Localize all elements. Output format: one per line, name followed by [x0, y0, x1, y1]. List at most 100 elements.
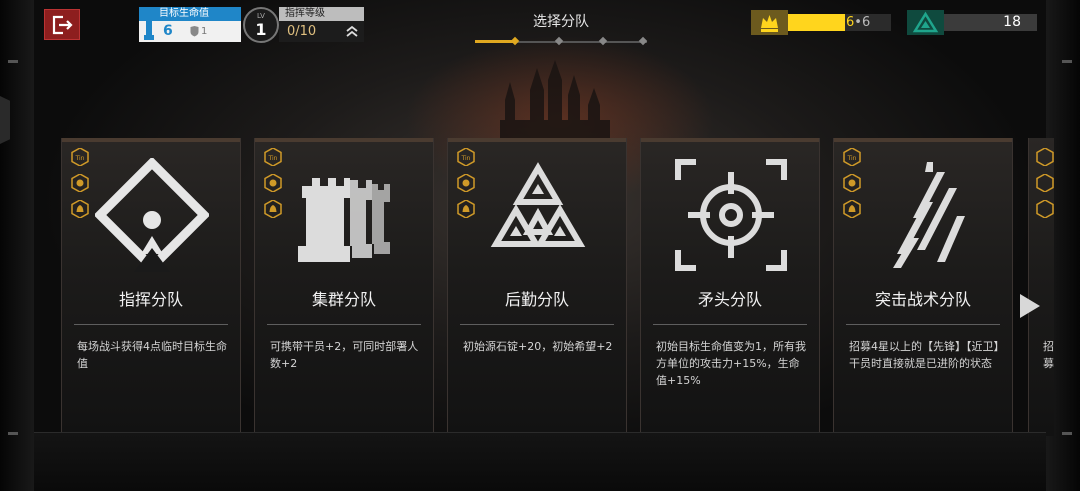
card-divider — [846, 324, 1000, 325]
castle-silhouette-icon — [500, 60, 610, 150]
squad-name: 集群分队 — [311, 290, 376, 309]
tin-coin-icon: Tin — [71, 147, 89, 167]
lion-head-icon — [264, 173, 282, 193]
rank-chevron-icon — [346, 25, 358, 37]
spearhead-squad-crosshair-emblem-icon — [675, 159, 787, 271]
tin-coin-icon: Tin — [264, 147, 282, 167]
tin-coin-icon: Tin — [457, 147, 475, 167]
ingot-text: 6•6 — [846, 14, 870, 31]
step-dot — [510, 36, 520, 46]
lion-head-icon — [457, 173, 475, 193]
hope-icon-bg — [907, 10, 944, 35]
step-dot — [554, 36, 564, 46]
svg-text:Tin: Tin — [75, 155, 85, 162]
squad-name: 后勤分队 — [504, 290, 569, 309]
card-divider — [74, 324, 228, 325]
hope-bar — [944, 14, 1037, 31]
hope-counter: 18 — [907, 10, 1037, 35]
ingot-max: 6 — [861, 15, 871, 30]
life-points-label: 目标生命值 — [159, 8, 209, 19]
squad-description: 初始目标生命值变为1，所有我方单位的攻击力+15%，生命值+15% — [656, 340, 806, 387]
cluster-squad-rook-emblem-icon — [298, 178, 390, 262]
tin-coin-icon: Tin — [843, 147, 861, 167]
bell-icon — [264, 199, 282, 219]
lion-head-icon — [843, 173, 861, 193]
bottom-floor — [34, 432, 1046, 491]
command-level-value: 0/10 — [287, 24, 317, 39]
bell-icon — [457, 199, 475, 219]
svg-text:Tin: Tin — [461, 155, 471, 162]
ingot-separator: • — [854, 15, 862, 30]
svg-text:Tin: Tin — [847, 155, 857, 162]
frame-tick — [1062, 60, 1072, 63]
card-tags: Tin — [843, 147, 861, 226]
squad-card-command[interactable]: Tin 指挥分队 每场战斗获得4点临时目标生命值 — [61, 138, 241, 436]
life-points-panel: 目标生命值 6 1 — [139, 7, 241, 42]
step-dot — [598, 36, 608, 46]
card-top-border — [62, 138, 240, 142]
left-drawer-tab[interactable] — [0, 96, 10, 144]
squad-description: 招募 — [1043, 340, 1054, 370]
ingot-icon-bg — [751, 10, 788, 35]
svg-text:Tin: Tin — [268, 155, 278, 162]
originium-ingot-counter: 6•6 — [751, 10, 891, 35]
shield-icon — [190, 26, 199, 37]
squad-card-partial[interactable]: 招募 — [1028, 138, 1054, 436]
frame-tick — [8, 60, 18, 63]
crown-ingot-icon — [761, 15, 778, 32]
squad-card-cluster[interactable]: Tin 集群分队 可携带干员+2，可同时部署人数+2 — [254, 138, 434, 436]
squad-card-logistics[interactable]: Tin 后勤分队 初始源石锭+20，初始希望+2 — [447, 138, 627, 436]
step-dot — [638, 36, 648, 46]
life-points-value: 6 — [163, 23, 173, 39]
exit-door-icon — [52, 15, 73, 34]
squad-description: 可携带干员+2，可同时部署人数+2 — [270, 340, 419, 370]
card-top-border — [255, 138, 433, 142]
squad-card-assault-tactics[interactable]: Tin 突击战术分队 招募4星以上的【先锋】【近卫】干员时直接就是已进阶的状态 — [833, 138, 1013, 436]
bell-icon — [71, 199, 89, 219]
step-progress-current — [475, 40, 515, 43]
lion-head-icon — [1036, 173, 1054, 193]
card-divider — [653, 324, 807, 325]
command-level-label: 指挥等级 — [285, 8, 325, 19]
card-top-border — [448, 138, 626, 142]
exit-button[interactable] — [44, 9, 80, 40]
card-tags — [1036, 147, 1054, 226]
squad-name: 突击战术分队 — [874, 290, 971, 309]
bell-icon — [1036, 199, 1054, 219]
lion-head-icon — [71, 173, 89, 193]
hope-value: 18 — [1003, 14, 1021, 30]
squad-name: 指挥分队 — [118, 290, 183, 309]
frame-tick — [8, 432, 18, 435]
assault-tactics-squad-sword-emblem-icon — [893, 162, 965, 268]
squad-description: 每场战斗获得4点临时目标生命值 — [77, 340, 227, 370]
squad-name: 矛头分队 — [697, 290, 762, 309]
shield-value: 1 — [201, 26, 208, 37]
frame-tick — [1062, 432, 1072, 435]
green-triangle-icon — [912, 11, 939, 33]
card-tags: Tin — [71, 147, 89, 226]
card-tags: Tin — [457, 147, 475, 226]
page-title: 选择分队 — [533, 14, 589, 30]
ingot-bar-fill — [788, 14, 845, 31]
card-divider — [460, 324, 614, 325]
level-badge: LV 1 — [243, 7, 279, 43]
level-value: 1 — [255, 20, 267, 39]
logistics-squad-triangle-emblem-icon — [490, 162, 586, 247]
card-top-border — [641, 138, 819, 142]
game-screen: 目标生命值 6 1 LV 1 指挥等级 0/10 选择分队 6•6 18 Tin… — [0, 0, 1080, 491]
command-squad-emblem-icon — [95, 158, 209, 272]
tower-icon — [144, 11, 154, 40]
left-frame — [0, 0, 34, 491]
operation-status: 目标生命值 6 1 LV 1 指挥等级 0/10 — [139, 7, 364, 43]
tin-coin-icon — [1036, 147, 1054, 167]
card-tags: Tin — [264, 147, 282, 226]
squad-description: 招募4星以上的【先锋】【近卫】干员时直接就是已进阶的状态 — [849, 340, 999, 370]
squad-description: 初始源石锭+20，初始希望+2 — [463, 340, 613, 353]
card-top-border — [834, 138, 1012, 142]
squad-card-spearhead[interactable]: 矛头分队 初始目标生命值变为1，所有我方单位的攻击力+15%，生命值+15% — [640, 138, 820, 436]
command-level-panel: 指挥等级 0/10 — [279, 7, 364, 42]
bell-icon — [843, 199, 861, 219]
card-divider — [267, 324, 421, 325]
title-area: 选择分队 — [470, 12, 652, 50]
next-page-arrow-icon[interactable] — [1014, 292, 1042, 320]
